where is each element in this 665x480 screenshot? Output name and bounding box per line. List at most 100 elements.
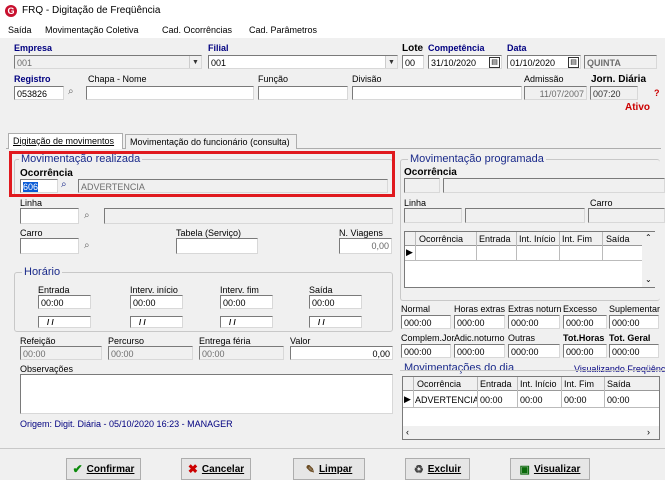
- dia-cell-int-inicio: 00:00: [520, 395, 543, 405]
- trash-icon: ♻: [413, 463, 424, 476]
- app-logo-icon: G: [5, 5, 17, 17]
- interv-fim-date[interactable]: / /: [220, 316, 273, 328]
- prog-ocorrencia-label: Ocorrência: [404, 167, 457, 178]
- entrada-label: Entrada: [38, 285, 70, 295]
- grid-scrollbar[interactable]: ⌃ ⌄: [642, 232, 655, 287]
- chevron-down-icon[interactable]: ▼: [385, 56, 397, 68]
- observacoes-textarea[interactable]: [20, 374, 393, 414]
- entrada-date[interactable]: / /: [38, 316, 91, 328]
- interv-inicio-date[interactable]: / /: [130, 316, 183, 328]
- dia-row[interactable]: ▶ ADVERTENCIA 00:00 00:00 00:00 00:00: [403, 392, 659, 407]
- dia-cell-ocorrencia: ADVERTENCIA: [415, 395, 477, 405]
- saida-date[interactable]: / /: [309, 316, 362, 328]
- interv-inicio-label: Interv. início: [130, 285, 178, 295]
- interv-fim-input[interactable]: 00:00: [220, 295, 273, 309]
- competencia-input[interactable]: 31/10/2020 ▤: [428, 55, 502, 69]
- confirmar-button[interactable]: ✔ Confirmar: [66, 458, 141, 480]
- dia-col-int-inicio[interactable]: Int. Início: [520, 379, 557, 389]
- programada-title: Movimentação programada: [408, 153, 546, 165]
- chapa-nome-input[interactable]: [86, 86, 254, 100]
- entrada-input[interactable]: 00:00: [38, 295, 91, 309]
- tot-excesso-label: Excesso: [563, 304, 598, 314]
- grid-col-ocorrencia[interactable]: Ocorrência: [419, 234, 463, 244]
- status-label: Ativo: [625, 102, 650, 113]
- dia-title: Movimentações do dia: [402, 362, 517, 374]
- weekday-field: QUINTA: [584, 55, 657, 69]
- prog-carro-field: [588, 208, 665, 223]
- grid-col-saida[interactable]: Saída: [606, 234, 630, 244]
- divisao-input[interactable]: [352, 86, 522, 100]
- origem-text: Origem: Digit. Diária - 05/10/2020 16:23…: [20, 419, 233, 429]
- menu-movimentacao-coletiva[interactable]: Movimentação Coletiva: [45, 25, 139, 35]
- binoculars-icon[interactable]: ⌕: [84, 210, 90, 221]
- scroll-left-icon[interactable]: ‹: [406, 427, 409, 437]
- grid-col-int-fim[interactable]: Int. Fim: [562, 234, 592, 244]
- binoculars-icon[interactable]: ⌕: [68, 86, 74, 97]
- data-input[interactable]: 01/10/2020 ▤: [507, 55, 581, 69]
- tab-movimentacao-funcionario[interactable]: Movimentação do funcionário (consulta): [125, 134, 297, 149]
- jornada-field: 007:20: [590, 86, 638, 100]
- tot-geral-value: 000:00: [609, 344, 659, 358]
- registro-input[interactable]: 053826: [14, 86, 64, 100]
- tot-horas-label: Tot.Horas: [563, 333, 605, 343]
- competencia-label: Competência: [428, 43, 485, 53]
- tot-complem-value: 000:00: [401, 344, 451, 358]
- linha-desc-field: [104, 208, 393, 224]
- funcao-input[interactable]: [258, 86, 348, 100]
- valor-input[interactable]: 0,00: [290, 346, 393, 360]
- chevron-down-icon[interactable]: ▼: [189, 56, 201, 68]
- calendar-icon[interactable]: ▤: [489, 57, 500, 68]
- tot-outras-value: 000:00: [508, 344, 560, 358]
- visualizar-button[interactable]: ▣ Visualizar: [510, 458, 590, 480]
- help-icon[interactable]: ?: [654, 88, 660, 98]
- dia-grid[interactable]: Ocorrência Entrada Int. Início Int. Fim …: [402, 376, 660, 440]
- eraser-icon: ✎: [305, 463, 315, 476]
- binoculars-icon[interactable]: ⌕: [84, 240, 90, 251]
- carro-label: Carro: [20, 228, 43, 238]
- dia-hscrollbar[interactable]: ‹ ›: [403, 426, 659, 439]
- dia-cell-saida: 00:00: [607, 395, 630, 405]
- dia-col-saida[interactable]: Saída: [607, 379, 631, 389]
- tot-horas-value: 000:00: [563, 344, 607, 358]
- prog-carro-label: Carro: [590, 198, 613, 208]
- lote-input[interactable]: 00: [402, 55, 424, 69]
- dia-col-entrada[interactable]: Entrada: [480, 379, 512, 389]
- title-bar: G FRQ - Digitação de Freqüência: [0, 0, 665, 22]
- cancelar-button[interactable]: ✖ Cancelar: [181, 458, 251, 480]
- filial-select[interactable]: 001 ▼: [208, 55, 398, 69]
- nviagens-input[interactable]: 0,00: [339, 238, 392, 254]
- limpar-button[interactable]: ✎ Limpar: [293, 458, 365, 480]
- tabela-input[interactable]: [176, 238, 258, 254]
- dia-col-ocorrencia[interactable]: Ocorrência: [417, 379, 461, 389]
- dia-cell-entrada: 00:00: [480, 395, 503, 405]
- excluir-button[interactable]: ♻ Excluir: [405, 458, 470, 480]
- interv-inicio-input[interactable]: 00:00: [130, 295, 183, 309]
- calendar-icon[interactable]: ▤: [568, 57, 579, 68]
- carro-input[interactable]: [20, 238, 79, 254]
- tot-geral-label: Tot. Geral: [609, 333, 651, 343]
- tab-digitacao[interactable]: Digitação de movimentos: [8, 133, 123, 149]
- funcao-label: Função: [258, 74, 289, 84]
- menu-bar: Saída Movimentação Coletiva Cad. Ocorrên…: [0, 22, 665, 38]
- dia-col-int-fim[interactable]: Int. Fim: [564, 379, 594, 389]
- programada-grid[interactable]: Ocorrência Entrada Int. Início Int. Fim …: [404, 231, 655, 288]
- visualizando-link[interactable]: Visualizando Freqüência: [574, 364, 665, 374]
- percurso-label: Percurso: [108, 336, 145, 346]
- scroll-right-icon[interactable]: ›: [647, 427, 650, 437]
- prog-ocorrencia-code: [404, 178, 440, 193]
- menu-cad-ocorrencias[interactable]: Cad. Ocorrências: [162, 25, 232, 35]
- entrega-label: Entrega féria: [199, 336, 251, 346]
- row-indicator-icon: ▶: [406, 247, 413, 257]
- empresa-select[interactable]: 001 ▼: [14, 55, 202, 69]
- saida-input[interactable]: 00:00: [309, 295, 362, 309]
- scroll-up-icon[interactable]: ⌃: [645, 233, 652, 242]
- grid-col-int-inicio[interactable]: Int. Início: [519, 234, 556, 244]
- grid-col-entrada[interactable]: Entrada: [479, 234, 511, 244]
- scroll-down-icon[interactable]: ⌄: [645, 275, 652, 284]
- admissao-label: Admissão: [524, 74, 564, 84]
- menu-saida[interactable]: Saída: [8, 25, 32, 35]
- linha-input[interactable]: [20, 208, 79, 224]
- menu-cad-parametros[interactable]: Cad. Parâmetros: [249, 25, 317, 35]
- divisao-label: Divisão: [352, 74, 382, 84]
- prog-linha-desc: [465, 208, 585, 223]
